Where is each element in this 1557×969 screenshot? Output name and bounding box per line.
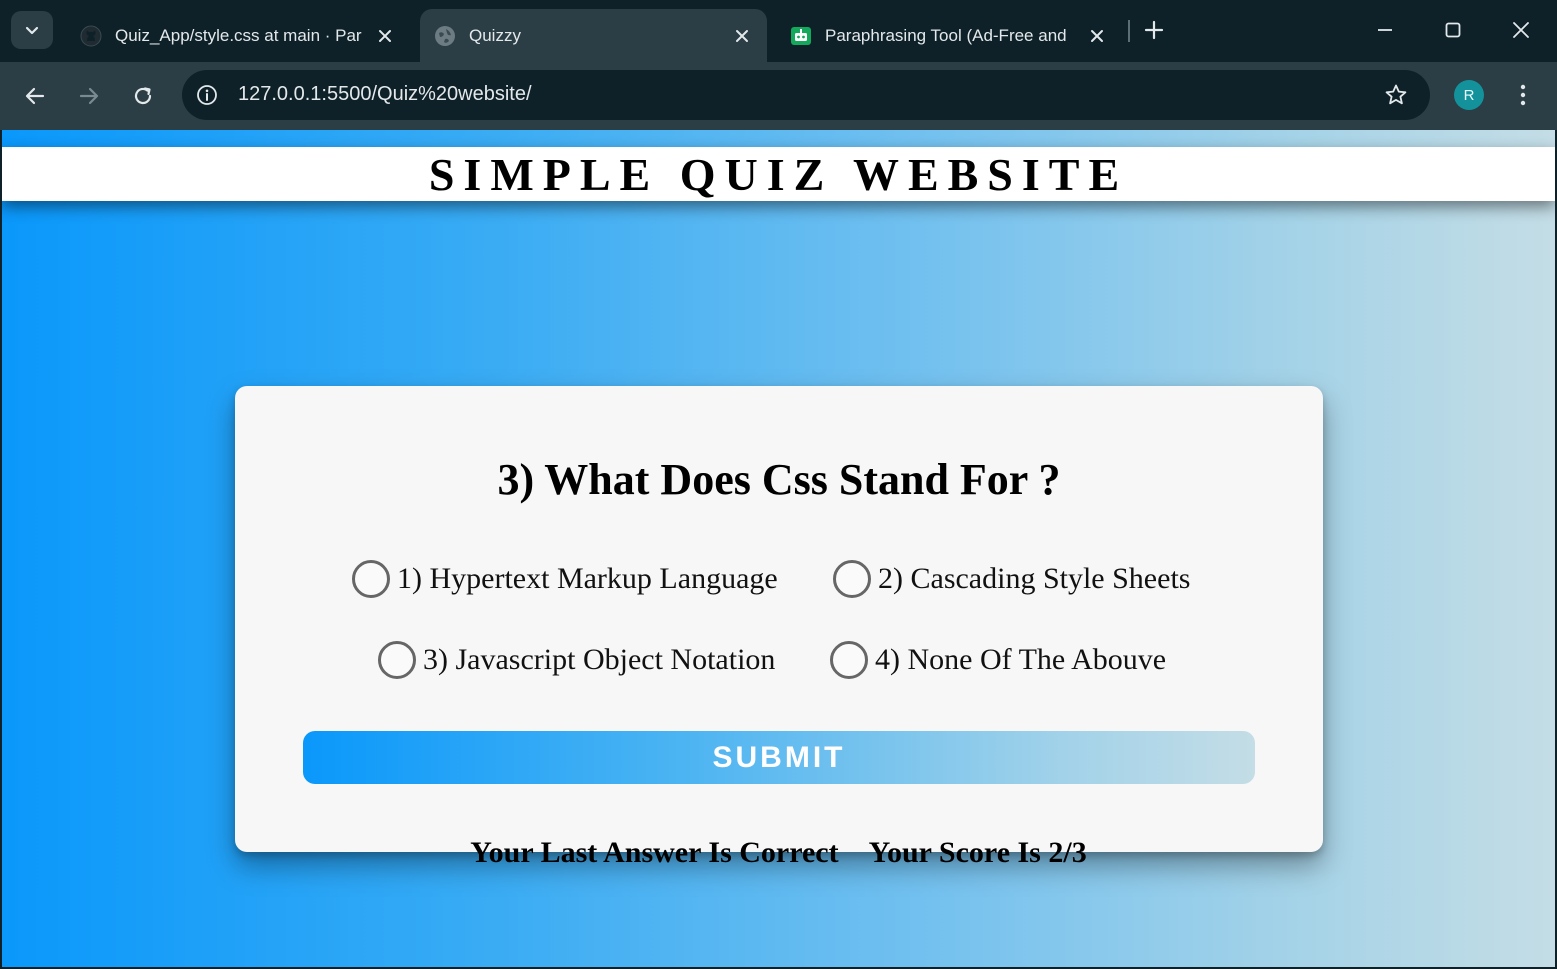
reload-button[interactable] bbox=[125, 78, 161, 114]
site-title: SIMPLE QUIZ WEBSITE bbox=[428, 148, 1129, 200]
arrow-left-icon bbox=[25, 87, 45, 105]
tab-strip: Quiz_App/style.css at main · Par Quizzy … bbox=[0, 0, 1557, 62]
menu-button[interactable] bbox=[1508, 80, 1538, 110]
tab-quizzy[interactable]: Quizzy bbox=[420, 9, 767, 62]
page-viewport: SIMPLE QUIZ WEBSITE 3) What Does Css Sta… bbox=[2, 130, 1555, 967]
score-message: Your Score Is 2/3 bbox=[868, 836, 1087, 869]
option-4[interactable]: 4) None Of The Abouve bbox=[830, 641, 1166, 679]
address-bar[interactable]: 127.0.0.1:5500/Quiz%20website/ bbox=[182, 70, 1430, 120]
question-text: 3) What Does Css Stand For ? bbox=[497, 455, 1061, 504]
tab-title: Quizzy bbox=[469, 25, 521, 45]
tab-separator bbox=[1128, 20, 1130, 42]
plus-icon bbox=[1144, 20, 1164, 40]
close-icon[interactable] bbox=[374, 25, 396, 47]
maximize-button[interactable] bbox=[1436, 13, 1470, 47]
chevron-down-icon bbox=[25, 26, 39, 35]
profile-avatar[interactable]: R bbox=[1454, 80, 1484, 110]
option-4-label: 4) None Of The Abouve bbox=[875, 643, 1167, 676]
close-window-button[interactable] bbox=[1504, 13, 1538, 47]
result-message: Your Last Answer Is Correct bbox=[470, 836, 839, 869]
arrow-right-icon bbox=[79, 87, 99, 105]
tab-search-button[interactable] bbox=[11, 11, 53, 49]
url-text[interactable]: 127.0.0.1:5500/Quiz%20website/ bbox=[238, 83, 532, 106]
option-3[interactable]: 3) Javascript Object Notation bbox=[378, 641, 775, 679]
reload-icon bbox=[134, 87, 152, 105]
option-1[interactable]: 1) Hypertext Markup Language bbox=[352, 560, 778, 598]
more-vertical-icon bbox=[1520, 84, 1526, 106]
close-icon bbox=[1513, 22, 1529, 38]
star-icon[interactable] bbox=[1382, 81, 1410, 109]
option-2-radio[interactable] bbox=[833, 560, 871, 598]
robot-icon bbox=[790, 25, 812, 47]
forward-button[interactable] bbox=[71, 78, 107, 114]
github-icon bbox=[80, 25, 102, 47]
option-3-radio[interactable] bbox=[378, 641, 416, 679]
close-icon[interactable] bbox=[731, 25, 753, 47]
result-row: Your Last Answer Is Correct Your Score I… bbox=[2, 836, 1555, 870]
minimize-icon bbox=[1378, 29, 1392, 31]
tab-title: Quiz_App/style.css at main · Par bbox=[115, 25, 362, 45]
new-tab-button[interactable] bbox=[1140, 16, 1168, 44]
option-1-radio[interactable] bbox=[352, 560, 390, 598]
option-3-label: 3) Javascript Object Notation bbox=[423, 643, 776, 676]
tab-github[interactable]: Quiz_App/style.css at main · Par bbox=[66, 9, 410, 62]
quiz-card: 3) What Does Css Stand For ? 1) Hypertex… bbox=[235, 386, 1323, 852]
option-4-radio[interactable] bbox=[830, 641, 868, 679]
info-icon[interactable] bbox=[194, 82, 220, 108]
submit-button[interactable]: SUBMIT bbox=[303, 731, 1255, 784]
option-2-label: 2) Cascading Style Sheets bbox=[878, 562, 1191, 595]
maximize-icon bbox=[1445, 22, 1461, 38]
site-header: SIMPLE QUIZ WEBSITE bbox=[2, 147, 1555, 201]
tab-title: Paraphrasing Tool (Ad-Free and bbox=[825, 25, 1067, 45]
option-1-label: 1) Hypertext Markup Language bbox=[397, 562, 778, 595]
option-2[interactable]: 2) Cascading Style Sheets bbox=[833, 560, 1190, 598]
browser-toolbar: 127.0.0.1:5500/Quiz%20website/ R bbox=[0, 62, 1557, 130]
minimize-button[interactable] bbox=[1368, 13, 1402, 47]
back-button[interactable] bbox=[17, 78, 53, 114]
globe-icon bbox=[434, 25, 456, 47]
close-icon[interactable] bbox=[1086, 25, 1108, 47]
tab-paraphrasing-tool[interactable]: Paraphrasing Tool (Ad-Free and bbox=[776, 9, 1122, 62]
submit-label: SUBMIT bbox=[712, 740, 846, 774]
